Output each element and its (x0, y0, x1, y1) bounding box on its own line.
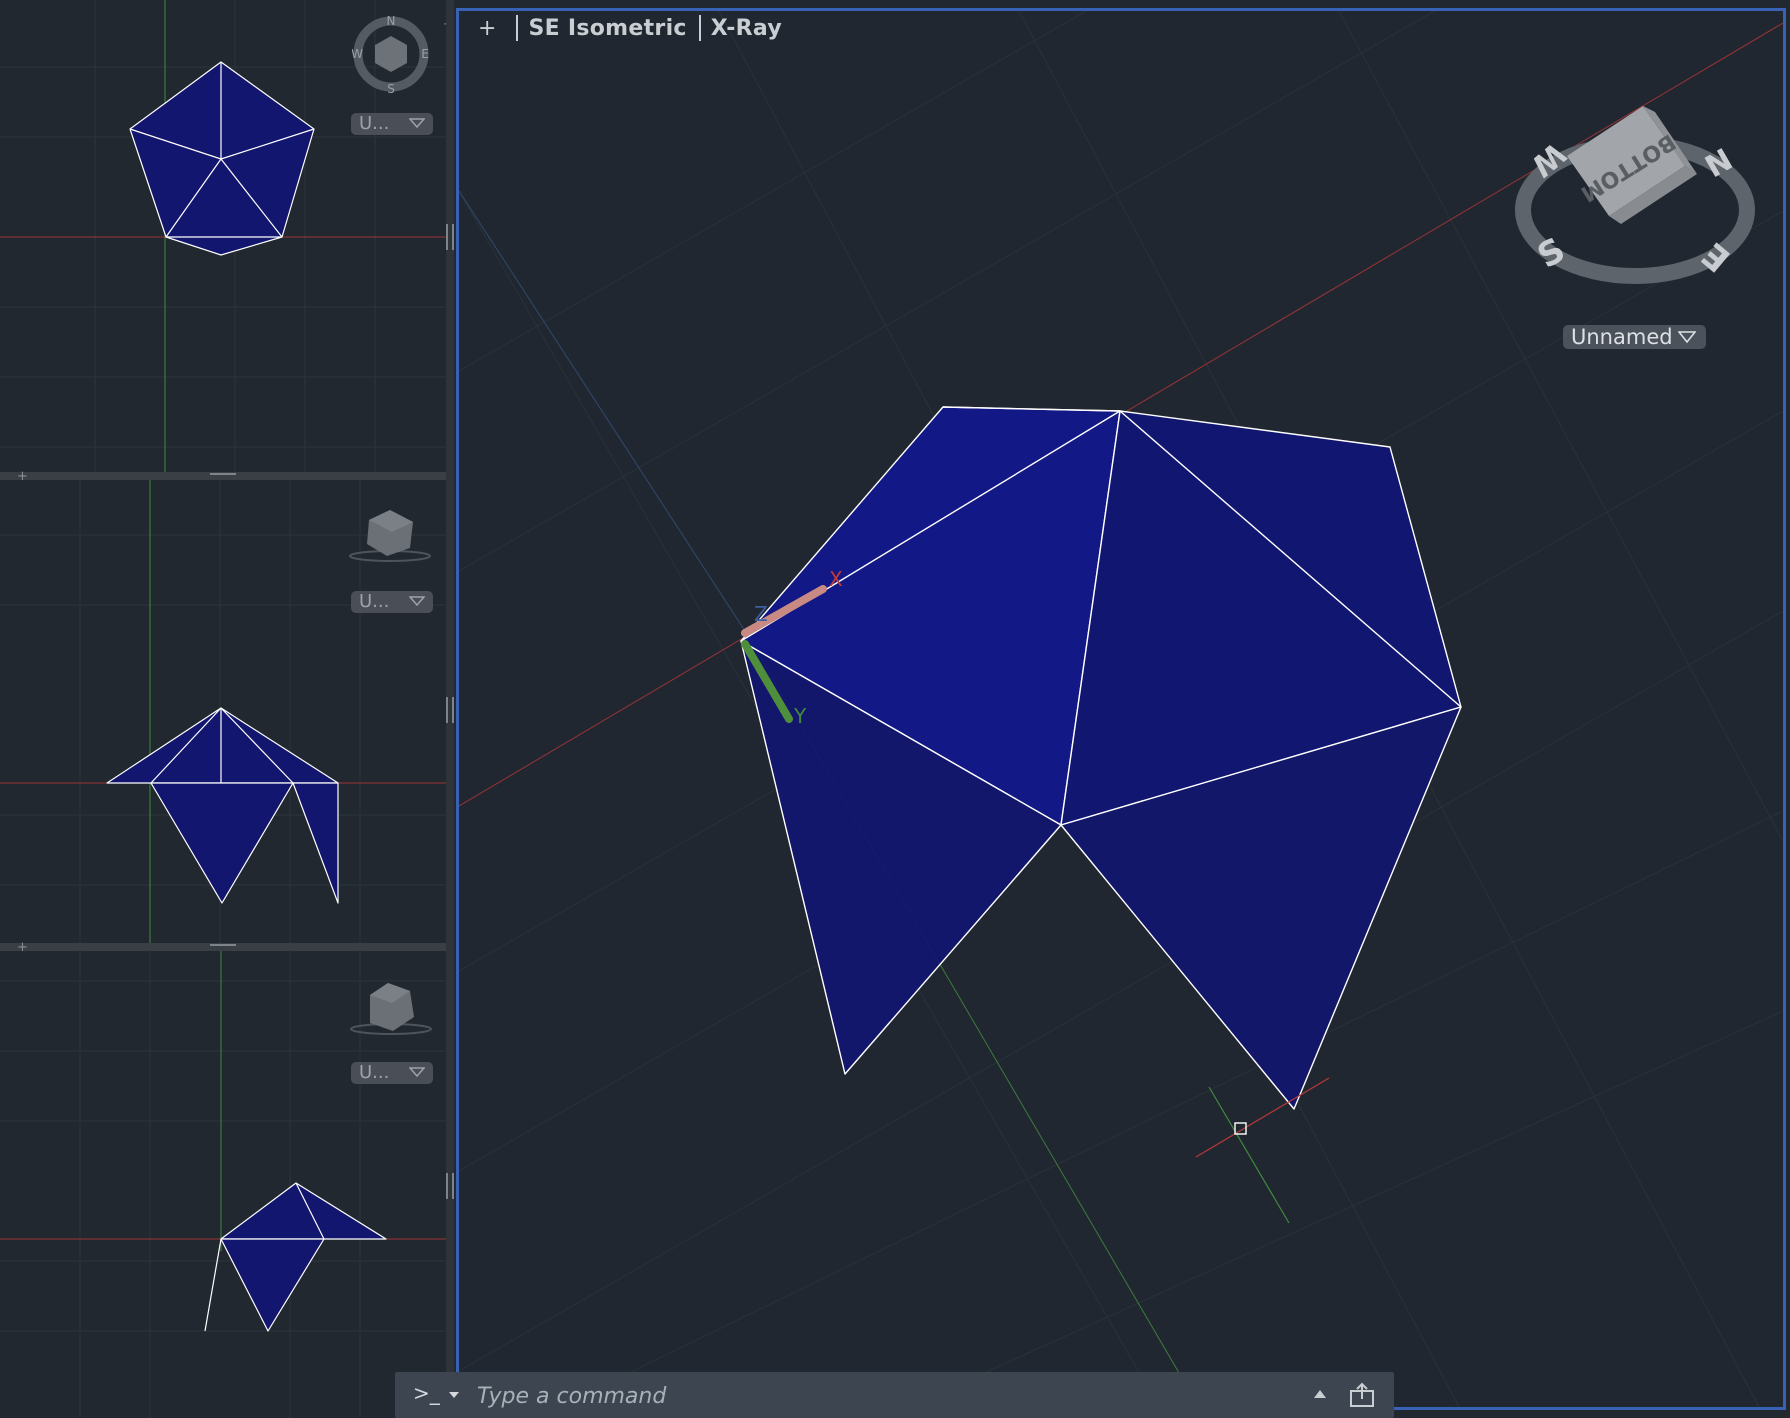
command-prompt-icon[interactable]: >_ (413, 1381, 460, 1405)
compass-icon[interactable]: N S E W (351, 14, 430, 96)
compass-east-label: E (421, 47, 429, 61)
ucs-dropdown-right[interactable]: U... (351, 1062, 433, 1084)
ucs-y-label: Y (793, 704, 807, 728)
ucs-dropdown-label: U... (359, 1062, 390, 1083)
compass-west-label: W (352, 47, 363, 61)
ucs-dropdown-label: U... (359, 113, 390, 134)
ucs-dropdown-label: U... (359, 591, 390, 612)
viewport-splitter[interactable]: + (0, 941, 452, 954)
viewport-splitter[interactable]: + (0, 470, 452, 483)
crosshair-cursor-icon (1195, 1077, 1330, 1224)
viewcube-icon[interactable] (348, 979, 434, 1039)
viewport-vertical-splitter[interactable] (446, 0, 454, 1418)
splitter-handle[interactable] (446, 1173, 454, 1199)
chevron-down-icon (409, 118, 425, 129)
chevron-up-icon[interactable] (1313, 1388, 1327, 1400)
top-view-model (129, 61, 315, 256)
toolbar-separator (698, 15, 701, 41)
right-viewport[interactable]: U... (0, 951, 446, 1418)
splitter-handle[interactable] (446, 224, 454, 250)
chevron-down-icon (409, 596, 425, 607)
command-input[interactable] (475, 1380, 1179, 1412)
chevron-down-icon (1678, 331, 1696, 344)
share-icon[interactable] (1348, 1382, 1376, 1408)
chevron-down-icon (449, 1392, 460, 1398)
viewcube-icon[interactable] (345, 506, 435, 566)
viewcube-icon[interactable]: BOTTOM S E N W (1515, 106, 1755, 284)
front-viewport[interactable]: U... (0, 480, 446, 943)
ucs-dropdown-front[interactable]: U... (351, 591, 433, 613)
top-viewport[interactable]: N S E W U... + (0, 0, 446, 472)
ucs-dropdown-top[interactable]: U... (351, 113, 433, 135)
compass-north-label: N (387, 16, 396, 28)
toolbar-separator (516, 15, 519, 41)
right-view-model (204, 1182, 387, 1332)
chevron-down-icon (409, 1067, 425, 1078)
z-axis-line (459, 190, 746, 632)
viewport-controls-button[interactable]: + (478, 16, 496, 41)
front-view-model (106, 707, 339, 904)
iso-view-model (740, 406, 1462, 1110)
visual-style-button[interactable]: X-Ray (711, 16, 782, 41)
command-prompt-glyph: >_ (413, 1381, 440, 1405)
ucs-z-label: Z (754, 602, 768, 626)
ucs-x-label: X (829, 567, 843, 591)
main-viewport[interactable]: X Y Z BOTTOM S E N W (456, 8, 1786, 1410)
splitter-handle[interactable] (446, 697, 454, 723)
command-line[interactable]: >_ (395, 1372, 1394, 1418)
view-name-button[interactable]: SE Isometric (528, 16, 686, 41)
ucs-dropdown-label: Unnamed (1571, 325, 1673, 349)
viewport-controls: + SE Isometric X-Ray (478, 12, 794, 44)
ucs-dropdown-main[interactable]: Unnamed (1563, 325, 1706, 349)
compass-south-label: S (387, 82, 395, 94)
main-viewport-canvas[interactable]: X Y Z BOTTOM S E N W (459, 11, 1783, 1407)
